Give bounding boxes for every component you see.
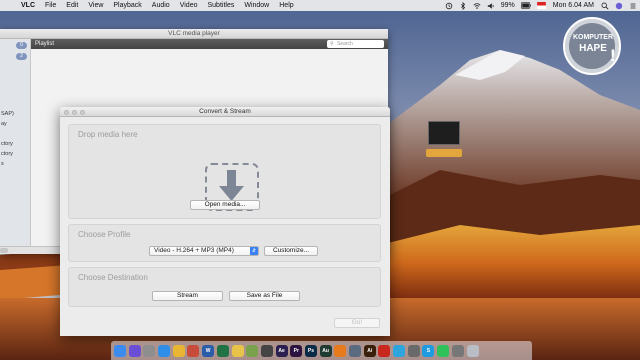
whatsapp-icon[interactable] [437,344,450,357]
status-tray: 99% Mon 6.04 AM [442,0,640,11]
logo-text-line1: KOMPUTER [572,34,614,41]
sidebar-item[interactable]: ctory [0,139,30,149]
convert-stream-dialog: Convert & Stream Drop media here Open me… [60,107,390,336]
file-name-label [426,149,462,157]
playlist-header: Playlist ⚲ Search [31,39,388,49]
sidebar-item[interactable]: s [0,159,30,169]
volume-icon[interactable] [484,2,498,10]
input-flag-icon[interactable] [534,2,549,9]
menu-file[interactable]: File [40,2,61,9]
choose-destination-section: Choose Destination Stream Save as File [68,267,381,307]
dialog-titlebar[interactable]: Convert & Stream [60,107,390,117]
trash-icon[interactable] [466,344,479,357]
notes-icon[interactable] [231,344,244,357]
playlist-label: Playlist [35,41,55,47]
sidebar-item[interactable]: ay [0,119,30,129]
photoshop-icon[interactable]: Ps [304,344,317,357]
search-icon: ⚲ [330,41,334,47]
after-effects-icon[interactable]: Ae [275,344,288,357]
zoom-window-button[interactable] [80,109,85,115]
telegram-icon[interactable] [393,344,406,357]
choose-destination-title: Choose Destination [78,273,148,282]
menu-playback[interactable]: Playback [108,2,146,9]
menu-app-vlc[interactable]: VLC [16,2,40,9]
skype-icon[interactable]: S [422,344,435,357]
siri-menu-icon[interactable] [612,2,626,10]
sidebar-badge-count: 0 [16,42,27,49]
choose-profile-title: Choose Profile [78,230,131,239]
menu-audio[interactable]: Audio [147,2,175,9]
file-icon[interactable] [187,344,200,357]
time-machine-icon[interactable] [442,2,456,10]
vlc-window-title[interactable]: VLC media player [0,29,388,39]
vlc-icon[interactable] [334,344,347,357]
menu-video[interactable]: Video [175,2,203,9]
sidebar-item[interactable]: SAP) [0,109,30,119]
premiere-icon[interactable]: Pr [290,344,303,357]
audition-icon[interactable]: Au [319,344,332,357]
choose-profile-section: Choose Profile Video - H.264 + MP3 (MP4)… [68,224,381,262]
komputer-hape-logo: KOMPUTER HAPE ! [562,16,626,80]
menu-edit[interactable]: Edit [61,2,83,9]
app-icon[interactable] [260,344,273,357]
drop-media-title: Drop media here [78,130,138,139]
playlist-search-input[interactable]: ⚲ Search [327,40,384,48]
chrome-icon[interactable] [172,344,185,357]
menu-clock[interactable]: Mon 6.04 AM [549,2,598,9]
vlc-sidebar: 0 2 SAP) ay ctory ctory s [0,39,31,246]
menu-window[interactable]: Window [239,2,274,9]
sidebar-badge-count: 2 [16,53,27,60]
app-icon-3[interactable] [407,344,420,357]
customize-button[interactable]: Customize... [264,246,318,256]
excel-icon[interactable] [216,344,229,357]
dialog-title: Convert & Stream [199,108,251,115]
siri-icon[interactable] [128,344,141,357]
battery-icon[interactable] [518,2,534,9]
chevron-updown-icon: ⇵ [250,247,258,255]
save-as-file-button[interactable]: Save as File [229,291,300,301]
bluetooth-icon[interactable] [456,1,470,10]
horizontal-scrollbar[interactable] [0,248,8,253]
dock: W Ae Pr Ps Au Ai S [111,341,532,360]
close-window-button[interactable] [64,109,69,115]
spotlight-icon[interactable] [598,2,612,10]
menu-bar: VLC File Edit View Playback Audio Video … [0,0,640,11]
open-media-button[interactable]: Open media... [190,200,260,210]
drop-media-section: Drop media here Open media... [68,124,381,219]
menu-subtitles[interactable]: Subtitles [202,2,239,9]
menu-view[interactable]: View [83,2,108,9]
safari-icon[interactable] [158,344,171,357]
app-icon-4[interactable] [451,344,464,357]
battery-percent: 99% [500,2,515,9]
search-placeholder: Search [337,41,353,47]
photos-icon[interactable] [246,344,259,357]
notification-center-icon[interactable] [626,2,640,10]
app-icon-2[interactable] [349,344,361,357]
menu-help[interactable]: Help [274,2,298,9]
desktop-video-file[interactable] [426,121,462,161]
finder-icon[interactable] [114,344,126,357]
launchpad-icon[interactable] [143,344,156,357]
logo-exclamation: ! [610,46,616,65]
stream-button[interactable]: Stream [152,291,223,301]
word-icon[interactable]: W [202,344,215,357]
go-button[interactable]: Go! [334,318,380,328]
download-arrow-icon [219,170,244,201]
video-thumbnail [428,121,460,145]
wifi-icon[interactable] [470,2,484,10]
acrobat-icon[interactable] [378,344,391,357]
illustrator-icon[interactable]: Ai [363,344,376,357]
profile-select[interactable]: Video - H.264 + MP3 (MP4) ⇵ [149,246,259,256]
profile-select-value: Video - H.264 + MP3 (MP4) [154,247,234,254]
sidebar-item[interactable]: ctory [0,149,30,159]
minimize-window-button[interactable] [72,109,77,115]
